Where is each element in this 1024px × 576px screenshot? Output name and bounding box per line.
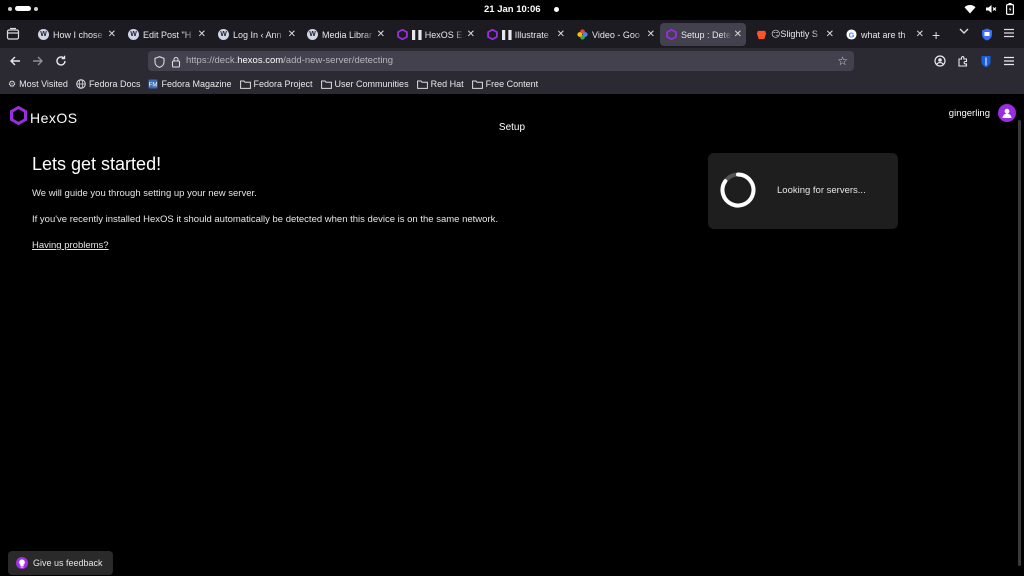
close-tab-icon[interactable]: ✕ bbox=[467, 29, 475, 40]
svg-text:FM: FM bbox=[149, 83, 158, 89]
wordpress-icon: W bbox=[128, 29, 139, 40]
wifi-icon bbox=[964, 4, 976, 14]
hexos-icon bbox=[666, 29, 677, 40]
loading-spinner-icon bbox=[719, 171, 757, 209]
tab-setup-detecting[interactable]: Setup : Dete ✕ bbox=[660, 23, 746, 46]
tracking-protection-icon[interactable] bbox=[154, 55, 165, 73]
page-scrollbar[interactable] bbox=[1018, 120, 1021, 566]
mute-icon bbox=[985, 4, 997, 14]
address-bar[interactable]: https://deck.hexos.com/add-new-server/de… bbox=[148, 51, 854, 71]
feedback-button[interactable]: Give us feedback bbox=[8, 551, 113, 575]
tab-bar: W How I chose ✕ W Edit Post "H ✕ W Log I… bbox=[0, 20, 1024, 48]
close-tab-icon[interactable]: ✕ bbox=[377, 29, 385, 40]
close-tab-icon[interactable]: ✕ bbox=[916, 29, 924, 40]
close-tab-icon[interactable]: ✕ bbox=[288, 29, 296, 40]
wordpress-icon: W bbox=[307, 29, 318, 40]
tab-video-google[interactable]: Video - Goo ✕ bbox=[571, 23, 659, 46]
fedora-magazine-icon: FM bbox=[148, 79, 158, 89]
bitwarden-shield-icon[interactable] bbox=[978, 53, 994, 69]
close-tab-icon[interactable]: ✕ bbox=[108, 29, 116, 40]
bookmark-red-hat[interactable]: Red Hat bbox=[416, 79, 464, 89]
having-problems-link[interactable]: Having problems? bbox=[32, 240, 109, 251]
avatar bbox=[998, 104, 1016, 122]
app-menu-icon[interactable] bbox=[1001, 53, 1017, 69]
tab-slightly-s[interactable]: 😏Slightly S ✕ bbox=[750, 23, 838, 46]
bookmark-fedora-project[interactable]: Fedora Project bbox=[239, 79, 313, 89]
new-tab-plus-icon[interactable]: + bbox=[932, 27, 940, 43]
folder-icon bbox=[320, 80, 332, 89]
lock-icon[interactable] bbox=[171, 55, 181, 73]
server-detection-card: Looking for servers... bbox=[708, 153, 898, 229]
detection-status: Looking for servers... bbox=[777, 185, 866, 196]
bookmarks-toolbar: ⚙ Most Visited Fedora Docs FM Fedora Mag… bbox=[0, 74, 1024, 94]
bookmark-fedora-docs[interactable]: Fedora Docs bbox=[76, 79, 140, 89]
welcome-heading: Lets get started! bbox=[32, 154, 162, 174]
bookmark-user-communities[interactable]: User Communities bbox=[320, 79, 409, 89]
google-photos-icon bbox=[577, 29, 588, 40]
gear-icon: ⚙ bbox=[8, 78, 17, 89]
close-tab-icon[interactable]: ✕ bbox=[647, 29, 655, 40]
bookmark-most-visited[interactable]: ⚙ Most Visited bbox=[8, 79, 68, 90]
tab-edit-post[interactable]: W Edit Post "H ✕ bbox=[122, 23, 210, 46]
close-tab-icon[interactable]: ✕ bbox=[198, 29, 206, 40]
tab-what-are-the[interactable]: G what are th ✕ bbox=[840, 23, 928, 46]
system-tray[interactable] bbox=[964, 3, 1014, 15]
hamburger-menu-icon[interactable] bbox=[1003, 27, 1015, 41]
bookmark-free-content[interactable]: Free Content bbox=[471, 79, 538, 89]
tab-illustrate[interactable]: ▌▌Illustrate ✕ bbox=[481, 23, 569, 46]
notification-dot bbox=[554, 7, 559, 12]
folder-icon bbox=[416, 80, 428, 89]
wordpress-icon: W bbox=[38, 29, 49, 40]
page-title: Setup bbox=[498, 122, 526, 133]
back-arrow-icon[interactable] bbox=[7, 53, 23, 69]
system-clock[interactable]: 21 Jan 10:06 bbox=[484, 4, 541, 15]
tab-log-in[interactable]: W Log In ‹ Ann ✕ bbox=[212, 23, 300, 46]
intro-text: We will guide you through setting up you… bbox=[32, 188, 257, 199]
user-menu[interactable]: gingerling bbox=[949, 104, 1016, 122]
chevron-down-icon[interactable] bbox=[959, 27, 969, 38]
auto-detect-text: If you've recently installed HexOS it sh… bbox=[32, 214, 498, 225]
hexos-icon bbox=[487, 29, 498, 40]
svg-text:G: G bbox=[849, 30, 855, 39]
tab-hexos-e[interactable]: ▌▌HexOS E ✕ bbox=[391, 23, 479, 46]
hexos-icon bbox=[397, 29, 408, 40]
extension-shield-icon[interactable] bbox=[981, 28, 993, 46]
extensions-puzzle-icon[interactable] bbox=[955, 53, 971, 69]
username: gingerling bbox=[948, 107, 990, 119]
forward-arrow-icon[interactable] bbox=[30, 53, 46, 69]
close-tab-icon[interactable]: ✕ bbox=[557, 29, 565, 40]
page-content: HexOS Setup gingerling Lets get started!… bbox=[0, 94, 1024, 576]
bookmark-fedora-magazine[interactable]: FM Fedora Magazine bbox=[148, 79, 232, 89]
battery-icon bbox=[1006, 3, 1014, 15]
activities-indicator[interactable] bbox=[8, 6, 38, 11]
bookmark-star-icon[interactable]: ☆ bbox=[837, 54, 848, 68]
system-top-bar: 21 Jan 10:06 bbox=[0, 0, 1024, 20]
tab-media-library[interactable]: W Media Librar ✕ bbox=[301, 23, 389, 46]
account-icon[interactable] bbox=[932, 53, 948, 69]
reload-icon[interactable] bbox=[53, 53, 69, 69]
url-text[interactable]: https://deck.hexos.com/add-new-server/de… bbox=[186, 55, 393, 66]
tab-how-i-chose[interactable]: W How I chose ✕ bbox=[32, 23, 120, 46]
folder-icon bbox=[471, 80, 483, 89]
lightbulb-icon bbox=[16, 557, 28, 569]
firefox-view-icon[interactable] bbox=[6, 27, 20, 41]
brave-icon bbox=[756, 29, 767, 40]
close-tab-icon[interactable]: ✕ bbox=[826, 29, 834, 40]
folder-icon bbox=[239, 80, 251, 89]
wordpress-icon: W bbox=[218, 29, 229, 40]
close-tab-icon[interactable]: ✕ bbox=[734, 29, 742, 40]
google-icon: G bbox=[846, 29, 857, 40]
globe-icon bbox=[76, 79, 86, 89]
